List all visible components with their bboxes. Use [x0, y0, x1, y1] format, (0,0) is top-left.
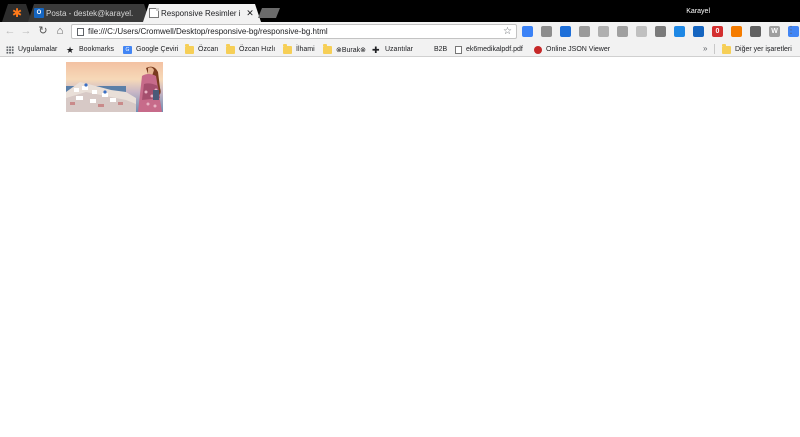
bookmark-label: İlhami: [296, 46, 315, 53]
download-icon[interactable]: [674, 26, 685, 37]
bookmark-label: Özcan Hızlı: [239, 46, 276, 53]
bookmark-label: Bookmarks: [79, 46, 115, 53]
folder-icon: [185, 43, 194, 54]
bookmark-bookmarks[interactable]: ★ Bookmarks: [66, 44, 114, 55]
profile-name[interactable]: Karayel: [686, 8, 710, 15]
bookmark-label: Uzantılar: [385, 46, 414, 53]
bookmark-star-icon[interactable]: ☆: [503, 26, 512, 37]
extension-grey-icon[interactable]: [617, 26, 628, 37]
shield-icon[interactable]: [560, 26, 571, 37]
bookmark-burak[interactable]: ⊗Burak⊗: [323, 43, 367, 55]
bookmark-other[interactable]: Diğer yer işaretleri: [722, 43, 792, 55]
bookmark-label: ek6medikalpdf.pdf: [466, 46, 523, 53]
bookmarks-bar: Uygulamalar ★ Bookmarks G Google Çeviri …: [0, 41, 800, 57]
toolbar: ← → ↻ ⌂ file:///C:/Users/Cromwell/Deskto…: [0, 22, 800, 41]
tab-pinned[interactable]: ✱: [2, 4, 32, 22]
orange-creature-icon[interactable]: [731, 26, 742, 37]
back-button[interactable]: ←: [3, 24, 17, 38]
outlook-icon: O: [34, 8, 44, 18]
bookmark-json-viewer[interactable]: Online JSON Viewer: [534, 44, 610, 55]
page-icon: [77, 28, 84, 36]
hero-image: [66, 62, 163, 112]
extension-blue-icon[interactable]: [522, 26, 533, 37]
folder-icon: [722, 43, 731, 54]
document-icon: [455, 45, 462, 54]
menu-button[interactable]: ⋮: [786, 25, 796, 37]
url-text[interactable]: file:///C:/Users/Cromwell/Desktop/respon…: [88, 27, 328, 36]
star-icon: ★: [66, 44, 75, 55]
bookmark-uygulamalar[interactable]: Uygulamalar: [6, 44, 57, 55]
tab-responsive[interactable]: Responsive Resimler ile ... ✕: [143, 4, 261, 22]
bookmark-label: ⊗Burak⊗: [336, 46, 367, 54]
camera-icon[interactable]: [655, 26, 666, 37]
bookmark-label: B2B: [434, 46, 448, 53]
bookmark-ilhami[interactable]: İlhami: [283, 43, 315, 55]
bookmark-label: Google Çeviri: [136, 46, 179, 53]
orange-star-icon: ✱: [11, 6, 23, 20]
extension-grey-icon[interactable]: [636, 26, 647, 37]
tab-title: Posta - destek@karayel.: [46, 8, 134, 18]
bookmark-uzantilar[interactable]: ✚ Uzantılar: [372, 44, 413, 55]
w-extension-icon[interactable]: W: [769, 26, 780, 37]
folder-icon: [323, 43, 332, 54]
tab-posta[interactable]: O Posta - destek@karayel.: [28, 4, 150, 22]
tab-title: Responsive Resimler ile ...: [161, 8, 241, 18]
address-bar[interactable]: file:///C:/Users/Cromwell/Desktop/respon…: [71, 24, 517, 39]
forward-button[interactable]: →: [19, 24, 33, 38]
google-translate-icon: G: [123, 45, 132, 54]
folder-icon: [283, 43, 292, 54]
page-content: [0, 58, 800, 437]
home-button[interactable]: ⌂: [53, 24, 67, 38]
bookmark-b2b[interactable]: B2B: [434, 44, 447, 55]
bookmarks-divider: [714, 44, 715, 54]
document-icon: [149, 8, 159, 18]
bookmark-label: Uygulamalar: [18, 46, 58, 53]
bookmark-ek6medikal[interactable]: ek6medikalpdf.pdf: [455, 44, 523, 55]
tab-strip: ✱ O Posta - destek@karayel. Responsive R…: [0, 0, 800, 22]
bookmark-label: Diğer yer işaretleri: [735, 46, 792, 53]
bookmark-label: Online JSON Viewer: [546, 46, 611, 53]
more-bookmarks-button[interactable]: »: [703, 44, 707, 53]
extension-grey-icon[interactable]: [579, 26, 590, 37]
red-circle-icon[interactable]: 0: [712, 26, 723, 37]
json-viewer-icon: [534, 45, 542, 54]
bookmark-google-ceviri[interactable]: G Google Çeviri: [123, 44, 178, 55]
bookmark-ozcan[interactable]: Özcan: [185, 43, 219, 55]
puzzle-icon: ✚: [372, 44, 380, 55]
extension-grey-icon[interactable]: [541, 26, 552, 37]
close-icon[interactable]: ✕: [245, 8, 255, 19]
folder-icon: [226, 43, 235, 54]
bookmark-ozcan-hizli[interactable]: Özcan Hızlı: [226, 43, 276, 55]
reload-button[interactable]: ↻: [36, 24, 50, 38]
new-badge-icon[interactable]: [693, 26, 704, 37]
extension-grey-icon[interactable]: [598, 26, 609, 37]
new-tab-button[interactable]: [258, 8, 280, 18]
apps-grid-icon: [6, 45, 14, 54]
magnifier-icon[interactable]: [750, 26, 761, 37]
bookmark-label: Özcan: [198, 46, 219, 53]
